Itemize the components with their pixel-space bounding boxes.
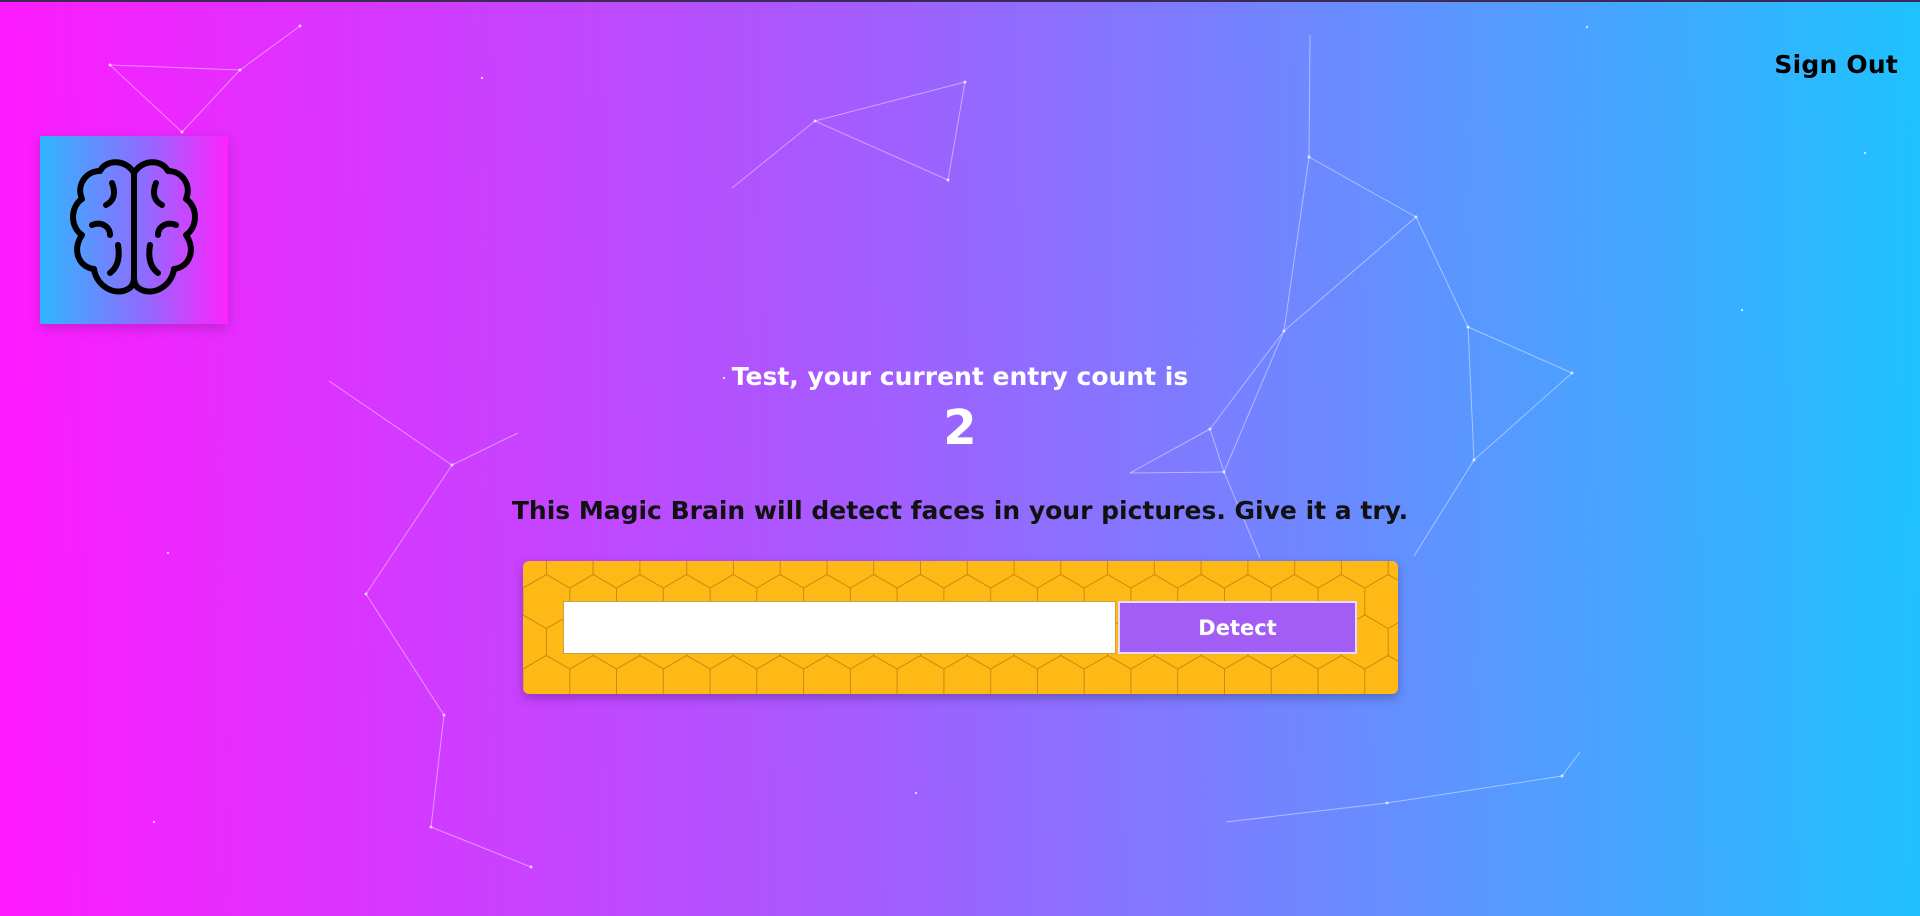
entry-count-message: Test, your current entry count is (731, 362, 1189, 391)
particles-background (108, 24, 1867, 869)
sign-out-link[interactable]: Sign Out (1774, 50, 1898, 79)
tagline-text: This Magic Brain will detect faces in yo… (511, 496, 1409, 525)
detect-button[interactable]: Detect (1118, 601, 1357, 654)
brain-icon (70, 159, 198, 295)
entry-count-value: 2 (943, 400, 977, 456)
image-url-input[interactable] (563, 601, 1116, 654)
image-link-form: Detect (523, 561, 1398, 694)
logo-tilt-card[interactable] (40, 136, 228, 324)
